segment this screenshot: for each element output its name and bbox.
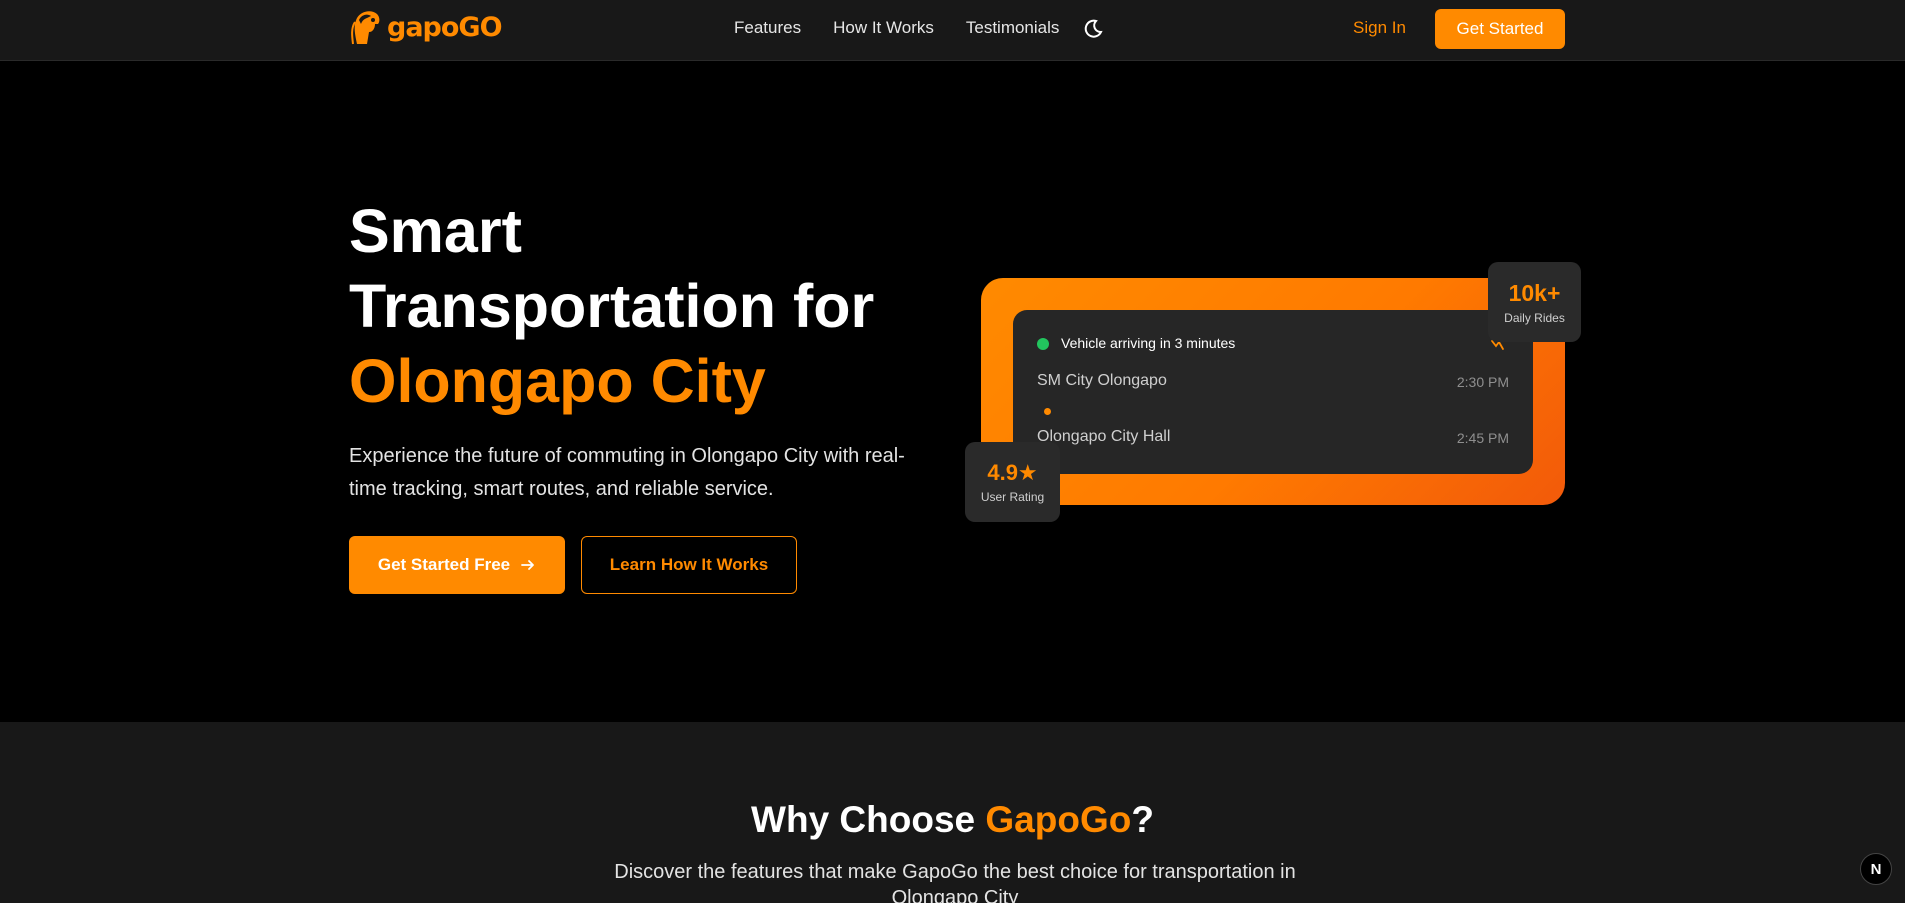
ride-status-card: Vehicle arriving in 3 minutes SM City Ol… [1013, 310, 1533, 474]
get-started-free-label: Get Started Free [377, 555, 511, 574]
nav-links: Features How It Works Testimonials [734, 18, 1059, 38]
pickup-time: 2:30 PM [1456, 374, 1509, 390]
why-choose-title: Why Choose GapoGo? [0, 799, 1905, 841]
hero-title: Smart Transportation for Olongapo City [349, 194, 909, 419]
sign-in-link[interactable]: Sign In [1353, 18, 1406, 38]
arrow-right-icon [521, 560, 535, 570]
nav-link-testimonials[interactable]: Testimonials [966, 18, 1060, 38]
dev-tools-badge[interactable]: N [1860, 853, 1892, 885]
user-rating-badge: 4.9★ User Rating [965, 442, 1060, 522]
moon-icon[interactable] [1082, 18, 1104, 40]
get-started-free-button[interactable]: Get Started Free [349, 536, 565, 594]
get-started-button[interactable]: Get Started [1435, 9, 1565, 49]
status-dot-icon [1037, 338, 1049, 350]
daily-rides-value: 10k+ [1508, 280, 1561, 306]
learn-how-it-works-button[interactable]: Learn How It Works [581, 536, 797, 594]
hero-title-accent: Olongapo City [349, 347, 766, 415]
why-choose-section: Why Choose GapoGo? Discover the features… [0, 722, 1905, 903]
hero-subtitle: Experience the future of commuting in Ol… [349, 445, 905, 500]
top-navbar: gapoGO Features How It Works Testimonial… [0, 0, 1905, 61]
why-choose-subtitle: Discover the features that make GapoGo t… [614, 861, 1296, 903]
route-dot-icon [1044, 408, 1051, 415]
brand-logo[interactable]: gapoGO [349, 8, 503, 46]
dropoff-time: 2:45 PM [1456, 430, 1509, 446]
nav-link-features[interactable]: Features [734, 18, 801, 38]
why-title-accent: GapoGo [985, 799, 1132, 840]
user-rating-value: 4.9★ [987, 460, 1038, 485]
ride-status-text: Vehicle arriving in 3 minutes [1061, 335, 1236, 351]
logo-wordmark: gapoGO [387, 11, 503, 43]
hero-title-line2: Transportation for [349, 272, 875, 340]
pickup-stop: SM City Olongapo [1037, 372, 1167, 389]
daily-rides-badge: 10k+ Daily Rides [1488, 262, 1581, 342]
dropoff-stop: Olongapo City Hall [1037, 428, 1171, 445]
user-rating-label: User Rating [980, 490, 1045, 504]
why-title-prefix: Why Choose [751, 799, 986, 840]
why-title-suffix: ? [1131, 799, 1154, 840]
nav-link-how-it-works[interactable]: How It Works [833, 18, 934, 38]
logo-icon [351, 11, 380, 45]
daily-rides-label: Daily Rides [1504, 311, 1565, 325]
hero-title-line1: Smart [349, 197, 522, 265]
